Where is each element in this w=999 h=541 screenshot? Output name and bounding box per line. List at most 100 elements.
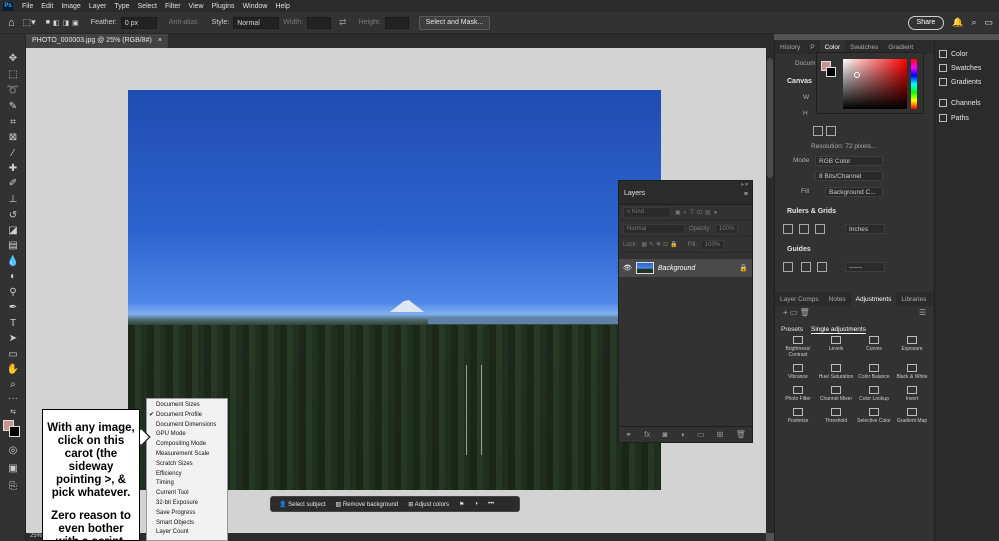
add-mask-icon[interactable]: ◙ bbox=[663, 430, 668, 439]
adj-channel-mixer[interactable]: Channel Mixer bbox=[817, 386, 855, 402]
filter-icons[interactable]: ▣◐T⊡▤● bbox=[675, 209, 720, 216]
clone-stamp-icon[interactable]: ⊥ bbox=[6, 193, 20, 205]
menu-help[interactable]: Help bbox=[271, 3, 293, 10]
home-icon[interactable]: ⌂ bbox=[8, 17, 15, 29]
color-background-swatch[interactable] bbox=[826, 67, 836, 77]
panel-menu-icon[interactable]: ≡ bbox=[744, 191, 748, 198]
menu-item-measurement-scale[interactable]: Measurement Scale bbox=[147, 450, 227, 460]
panel-color[interactable]: Color bbox=[939, 50, 968, 58]
menu-select[interactable]: Select bbox=[134, 3, 161, 10]
anti-alias-checkbox[interactable]: Anti-alias bbox=[169, 19, 198, 26]
adj-levels[interactable]: Levels bbox=[817, 336, 855, 358]
type-tool-icon[interactable]: T bbox=[6, 317, 20, 329]
guides-section[interactable]: Guides bbox=[787, 246, 811, 253]
scrollbar-thumb[interactable] bbox=[767, 58, 773, 178]
eraser-icon[interactable]: ◪ bbox=[6, 224, 20, 236]
tab-gradient[interactable]: Gradient bbox=[883, 44, 918, 51]
blur-tool-icon[interactable]: 💧 bbox=[6, 255, 20, 267]
adjustment-layer-icon[interactable]: ◑ bbox=[680, 430, 685, 439]
select-subject-button[interactable]: 👤 Select subject bbox=[279, 501, 326, 508]
adjust-colors-button[interactable]: ⊞ Adjust colors bbox=[408, 501, 449, 508]
adj-brightness-contrast[interactable]: Brightness/ Contrast bbox=[779, 336, 817, 358]
guide-style-select[interactable]: —— bbox=[845, 262, 885, 272]
menu-item-efficiency[interactable]: Efficiency bbox=[147, 470, 227, 480]
tab-history[interactable]: History bbox=[775, 44, 805, 51]
menu-item-current-tool[interactable]: Current Tool bbox=[147, 489, 227, 499]
visibility-eye-icon[interactable]: 👁 bbox=[623, 264, 632, 272]
select-and-mask-button[interactable]: Select and Mask... bbox=[418, 15, 491, 30]
bit-depth-select[interactable]: 8 Bits/Channel bbox=[815, 171, 883, 181]
hand-tool-icon[interactable]: ✋ bbox=[6, 363, 20, 375]
adj-exposure[interactable]: Exposure bbox=[893, 336, 931, 358]
feather-input[interactable]: 0 px bbox=[120, 16, 157, 29]
layer-name[interactable]: Background bbox=[658, 265, 735, 272]
share-tool-icon[interactable]: ⎘ bbox=[6, 480, 20, 492]
panel-channels[interactable]: Channels bbox=[939, 99, 981, 107]
close-icon[interactable]: × bbox=[158, 37, 162, 45]
add-selection-icon[interactable]: ◧ bbox=[53, 19, 60, 27]
rectangle-tool-icon[interactable]: ▭ bbox=[6, 348, 20, 360]
menu-edit[interactable]: Edit bbox=[37, 3, 57, 10]
menu-item-32bit-exposure[interactable]: 32-bit Exposure bbox=[147, 499, 227, 509]
document-tab[interactable]: PHOTO_000003.jpg @ 25% (RGB/8#) × bbox=[26, 34, 168, 48]
tab-swatches[interactable]: Swatches bbox=[845, 44, 883, 51]
vertical-scrollbar[interactable] bbox=[766, 48, 774, 533]
remove-background-button[interactable]: ▨ Remove background bbox=[336, 501, 399, 508]
new-selection-icon[interactable]: ■ bbox=[46, 19, 50, 26]
panel-gradients[interactable]: Gradients bbox=[939, 78, 981, 86]
tab-notes[interactable]: Notes bbox=[824, 296, 851, 303]
adj-gradient-map[interactable]: Gradient Map bbox=[893, 408, 931, 424]
rulers-grids-section[interactable]: Rulers & Grids bbox=[787, 208, 836, 215]
tab-layer-comps[interactable]: Layer Comps bbox=[775, 296, 824, 303]
background-color-swatch[interactable] bbox=[9, 426, 20, 437]
swap-colors-icon[interactable]: ⇆ bbox=[6, 406, 20, 418]
zoom-level[interactable]: 25% bbox=[30, 533, 42, 539]
menu-item-document-dimensions[interactable]: Document Dimensions bbox=[147, 421, 227, 431]
menu-view[interactable]: View bbox=[185, 3, 208, 10]
panel-paths[interactable]: Paths bbox=[939, 114, 969, 122]
adj-curves[interactable]: Curves bbox=[855, 336, 893, 358]
adj-threshold[interactable]: Threshold bbox=[817, 408, 855, 424]
mode-select[interactable]: RGB Color bbox=[815, 156, 883, 166]
menu-item-document-profile[interactable]: ✔ Document Profile bbox=[147, 411, 227, 421]
flag-icon[interactable]: ⚑ bbox=[459, 501, 464, 508]
history-brush-icon[interactable]: ↺ bbox=[6, 209, 20, 221]
units-select[interactable]: Inches bbox=[845, 224, 885, 234]
orientation-portrait-icon[interactable] bbox=[813, 126, 823, 136]
height-input[interactable] bbox=[384, 16, 409, 29]
marquee-preset-icon[interactable]: ⬚▾ bbox=[23, 17, 36, 28]
more-options-button[interactable]: ••• bbox=[488, 501, 494, 507]
menu-file[interactable]: File bbox=[18, 3, 37, 10]
adj-photo-filter[interactable]: Photo Filter bbox=[779, 386, 817, 402]
adj-vibrance[interactable]: Vibrance bbox=[779, 364, 817, 380]
contrast-icon[interactable]: ◑ bbox=[474, 501, 478, 507]
frame-tool-icon[interactable]: ⊠ bbox=[6, 131, 20, 143]
panel-collapse-icon[interactable]: » × bbox=[741, 182, 748, 188]
ruler-icon[interactable] bbox=[783, 224, 793, 234]
menu-image[interactable]: Image bbox=[57, 3, 84, 10]
menu-item-save-progress[interactable]: Save Progress bbox=[147, 509, 227, 519]
link-layers-icon[interactable]: ⚭ bbox=[625, 430, 632, 439]
menu-item-layer-count[interactable]: Layer Count bbox=[147, 528, 227, 538]
quick-mask-icon[interactable]: ◎ bbox=[6, 444, 20, 456]
guides-settings-icon[interactable] bbox=[817, 262, 827, 272]
zoom-tool-icon[interactable]: ⌕ bbox=[6, 378, 20, 390]
more-tools-icon[interactable]: ··· bbox=[6, 392, 20, 404]
share-button[interactable]: Share bbox=[907, 15, 945, 30]
guides-icon[interactable] bbox=[783, 262, 793, 272]
delete-layer-icon[interactable]: 🗑 bbox=[736, 430, 746, 439]
adj-invert[interactable]: Invert bbox=[893, 386, 931, 402]
fill-select-props[interactable]: Background C... bbox=[825, 187, 883, 197]
menu-item-document-sizes[interactable]: Document Sizes bbox=[147, 401, 227, 411]
search-icon[interactable]: ⌕ bbox=[971, 17, 976, 28]
layers-panel-title[interactable]: Layers bbox=[624, 190, 645, 197]
hue-slider[interactable] bbox=[911, 59, 917, 109]
gradient-tool-icon[interactable]: ▤ bbox=[6, 239, 20, 251]
menu-plugins[interactable]: Plugins bbox=[208, 3, 239, 10]
brush-tool-icon[interactable]: ✐ bbox=[6, 177, 20, 189]
grid-icon[interactable] bbox=[799, 224, 809, 234]
crop-tool-icon[interactable]: ⌗ bbox=[6, 116, 20, 128]
guides-layout-icon[interactable] bbox=[801, 262, 811, 272]
marquee-tool-icon[interactable]: ⬚ bbox=[6, 68, 20, 80]
screen-mode-icon[interactable]: ▣ bbox=[6, 462, 20, 474]
